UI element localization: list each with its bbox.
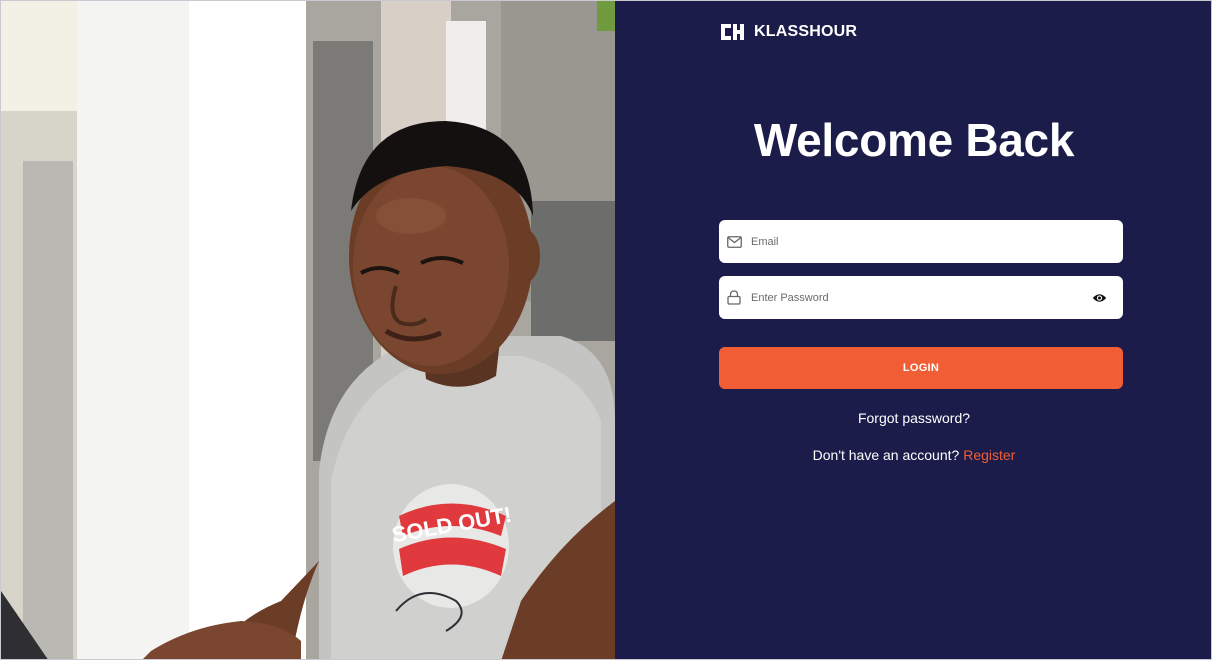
register-prompt-text: Don't have an account? <box>812 447 964 463</box>
lock-icon <box>726 290 742 306</box>
brand-name: KLASSHOUR <box>754 23 858 40</box>
mail-icon <box>726 234 742 250</box>
hero-photo-illustration: SOLD OUT! <box>1 1 615 659</box>
login-panel: KLASSHOUR Welcome Back Email LOGIN Forgo… <box>615 1 1211 659</box>
password-field <box>719 276 1123 319</box>
email-input[interactable] <box>751 220 1123 263</box>
eye-icon <box>1092 293 1106 302</box>
klasshour-logo-icon <box>721 24 744 40</box>
show-password-toggle[interactable] <box>1089 288 1109 308</box>
login-page: SOLD OUT! KLASSHOUR Welcome Back Email L… <box>0 0 1212 660</box>
email-field <box>719 220 1123 263</box>
register-prompt-row: Don't have an account? Register <box>615 447 1211 463</box>
password-input[interactable] <box>751 276 1089 319</box>
register-link[interactable]: Register <box>963 447 1015 463</box>
hero-photo: SOLD OUT! <box>1 1 615 659</box>
forgot-password-link[interactable]: Forgot password? <box>615 410 1211 426</box>
page-title: Welcome Back <box>753 114 1075 166</box>
brand: KLASSHOUR <box>719 21 857 43</box>
login-button[interactable]: LOGIN <box>719 347 1123 389</box>
